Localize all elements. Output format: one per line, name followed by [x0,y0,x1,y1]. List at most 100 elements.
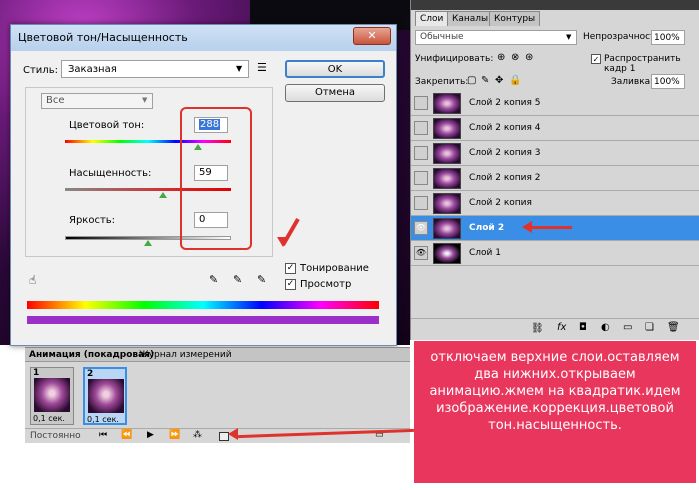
adjustment-layer-icon[interactable]: ◐ [601,322,610,333]
color-bar-result [27,316,379,324]
saturation-label: Насыщенность: [69,168,152,179]
colorize-checkbox[interactable]: ✓ [285,263,296,274]
hue-saturation-dialog: Цветовой тон/Насыщенность ✕ Стиль: Заказ… [10,24,397,346]
layer-thumbnail [433,193,461,214]
frame-delay[interactable]: 0,1 сек. [87,415,119,424]
propagate-label: Распространить кадр 1 [604,54,681,74]
link-layers-icon[interactable]: ⛓ [531,323,544,334]
style-label: Стиль: [23,65,58,76]
layer-row[interactable]: Слой 2 копия [411,191,699,216]
animation-tabbar: Анимация (покадровая) Журнал измерений [25,348,410,362]
play-icon[interactable]: ▶ [147,430,154,440]
next-frame-icon[interactable]: ⏩ [169,430,180,440]
propagate-checkbox[interactable]: ✓ [591,54,601,64]
tab-measurement-log[interactable]: Журнал измерений [139,350,232,360]
animation-frame[interactable]: 1 0,1 сек. [30,367,74,425]
loop-select[interactable]: Постоянно [30,431,81,441]
fill-label: Заливка: [611,77,654,87]
tween-icon[interactable]: ⁂ [193,430,202,440]
frame-delay[interactable]: 0,1 сек. [33,414,65,423]
saturation-slider-thumb[interactable] [159,192,167,198]
mask-icon[interactable]: ◘ [579,322,587,333]
layer-name: Слой 2 копия 2 [469,173,541,183]
preview-label: Просмотр [300,279,352,290]
group-folder-icon[interactable]: ▭ [623,322,632,333]
eye-icon[interactable] [414,171,428,185]
animation-frame[interactable]: 2 0,1 сек. [83,367,127,425]
trash-icon[interactable]: 🗑 [667,322,680,333]
new-layer-icon[interactable]: ❏ [645,322,654,333]
tab-channels[interactable]: Каналы [447,11,494,26]
arrow-shaft [530,226,572,229]
layer-name: Слой 2 копия 3 [469,148,541,158]
layers-footer: ⛓ fx ◘ ◐ ▭ ❏ 🗑 [411,318,699,340]
hue-label: Цветовой тон: [69,120,145,131]
unify-style-icon[interactable]: ⊛ [525,52,533,63]
layer-thumbnail [433,143,461,164]
eye-icon[interactable] [414,121,428,135]
eye-icon[interactable]: 👁 [414,221,428,235]
blend-mode-value: Обычные [420,32,464,42]
tab-layers[interactable]: Слои [415,11,449,26]
style-value: Заказная [68,64,117,75]
animation-panel: Анимация (покадровая) Журнал измерений 1… [25,347,410,443]
layer-row[interactable]: Слой 2 копия 2 [411,166,699,191]
arrow-head-icon [522,221,532,233]
eyedropper-minus-icon[interactable]: ✎ [257,273,266,286]
fill-input[interactable]: 100% [651,74,685,89]
frame-number: 2 [87,369,94,379]
lock-position-icon[interactable]: ✥ [495,75,503,86]
layer-list: Слой 2 копия 5 Слой 2 копия 4 Слой 2 копия… [411,91,699,269]
layer-row[interactable]: Слой 2 копия 5 [411,91,699,116]
lock-label: Закрепить: [415,77,469,87]
eye-icon[interactable] [414,196,428,210]
layer-name: Слой 2 копия 5 [469,98,541,108]
close-button[interactable]: ✕ [353,27,391,45]
unify-position-icon[interactable]: ⊕ [497,52,505,63]
fx-icon[interactable]: fx [557,322,566,333]
dialog-titlebar[interactable]: Цветовой тон/Насыщенность ✕ [11,25,396,51]
tab-animation[interactable]: Анимация (покадровая) [29,350,154,360]
layers-panel: Слои Каналы Контуры Обычные ▼ Непрозрачн… [410,0,699,340]
layer-row[interactable]: Слой 2 копия 4 [411,116,699,141]
eye-icon[interactable]: 👁 [414,246,428,260]
layer-row[interactable]: 👁 Слой 1 [411,241,699,266]
eyedropper-icon[interactable]: ✎ [209,273,218,286]
hand-adjust-icon[interactable]: ☝ [29,273,36,287]
lock-all-icon[interactable]: 🔒 [509,75,521,86]
channel-value: Все [46,95,65,106]
ok-button[interactable]: OK [285,60,385,78]
chevron-down-icon: ▼ [566,33,572,41]
cancel-button[interactable]: Отмена [285,84,385,102]
layer-thumbnail [433,168,461,189]
channel-select[interactable]: Все ▼ [41,93,153,109]
unify-visibility-icon[interactable]: ⊗ [511,52,519,63]
color-bar-source [27,301,379,309]
first-frame-icon[interactable]: ⏮ [99,430,107,440]
frame-number: 1 [33,368,40,378]
eye-icon[interactable] [414,146,428,160]
layer-name: Слой 2 копия 4 [469,123,541,133]
opacity-input[interactable]: 100% [651,30,685,45]
lightness-slider-thumb[interactable] [144,240,152,246]
lock-transparency-icon[interactable]: ▢ [467,75,476,86]
chevron-down-icon: ▼ [142,96,148,104]
eyedropper-plus-icon[interactable]: ✎ [233,273,242,286]
style-select[interactable]: Заказная ▼ [61,60,249,78]
lock-pixels-icon[interactable]: ✎ [481,75,489,86]
layer-name: Слой 2 [469,223,505,233]
chevron-down-icon: ▼ [236,64,243,73]
frame-thumbnail [88,379,124,413]
layer-row[interactable]: Слой 2 копия 3 [411,141,699,166]
tab-paths[interactable]: Контуры [489,11,541,26]
prev-frame-icon[interactable]: ⏪ [121,430,132,440]
annotation-note: отключаем верхние слои.оставляем два ниж… [414,341,696,483]
dialog-title: Цветовой тон/Насыщенность [18,31,188,44]
arrow-head-icon [277,237,289,247]
layer-thumbnail [433,218,461,239]
preview-checkbox[interactable]: ✓ [285,279,296,290]
unify-label: Унифицировать: [415,54,494,64]
preset-options-icon[interactable]: ☰ [257,61,267,74]
blend-mode-select[interactable]: Обычные ▼ [415,30,577,45]
eye-icon[interactable] [414,96,428,110]
